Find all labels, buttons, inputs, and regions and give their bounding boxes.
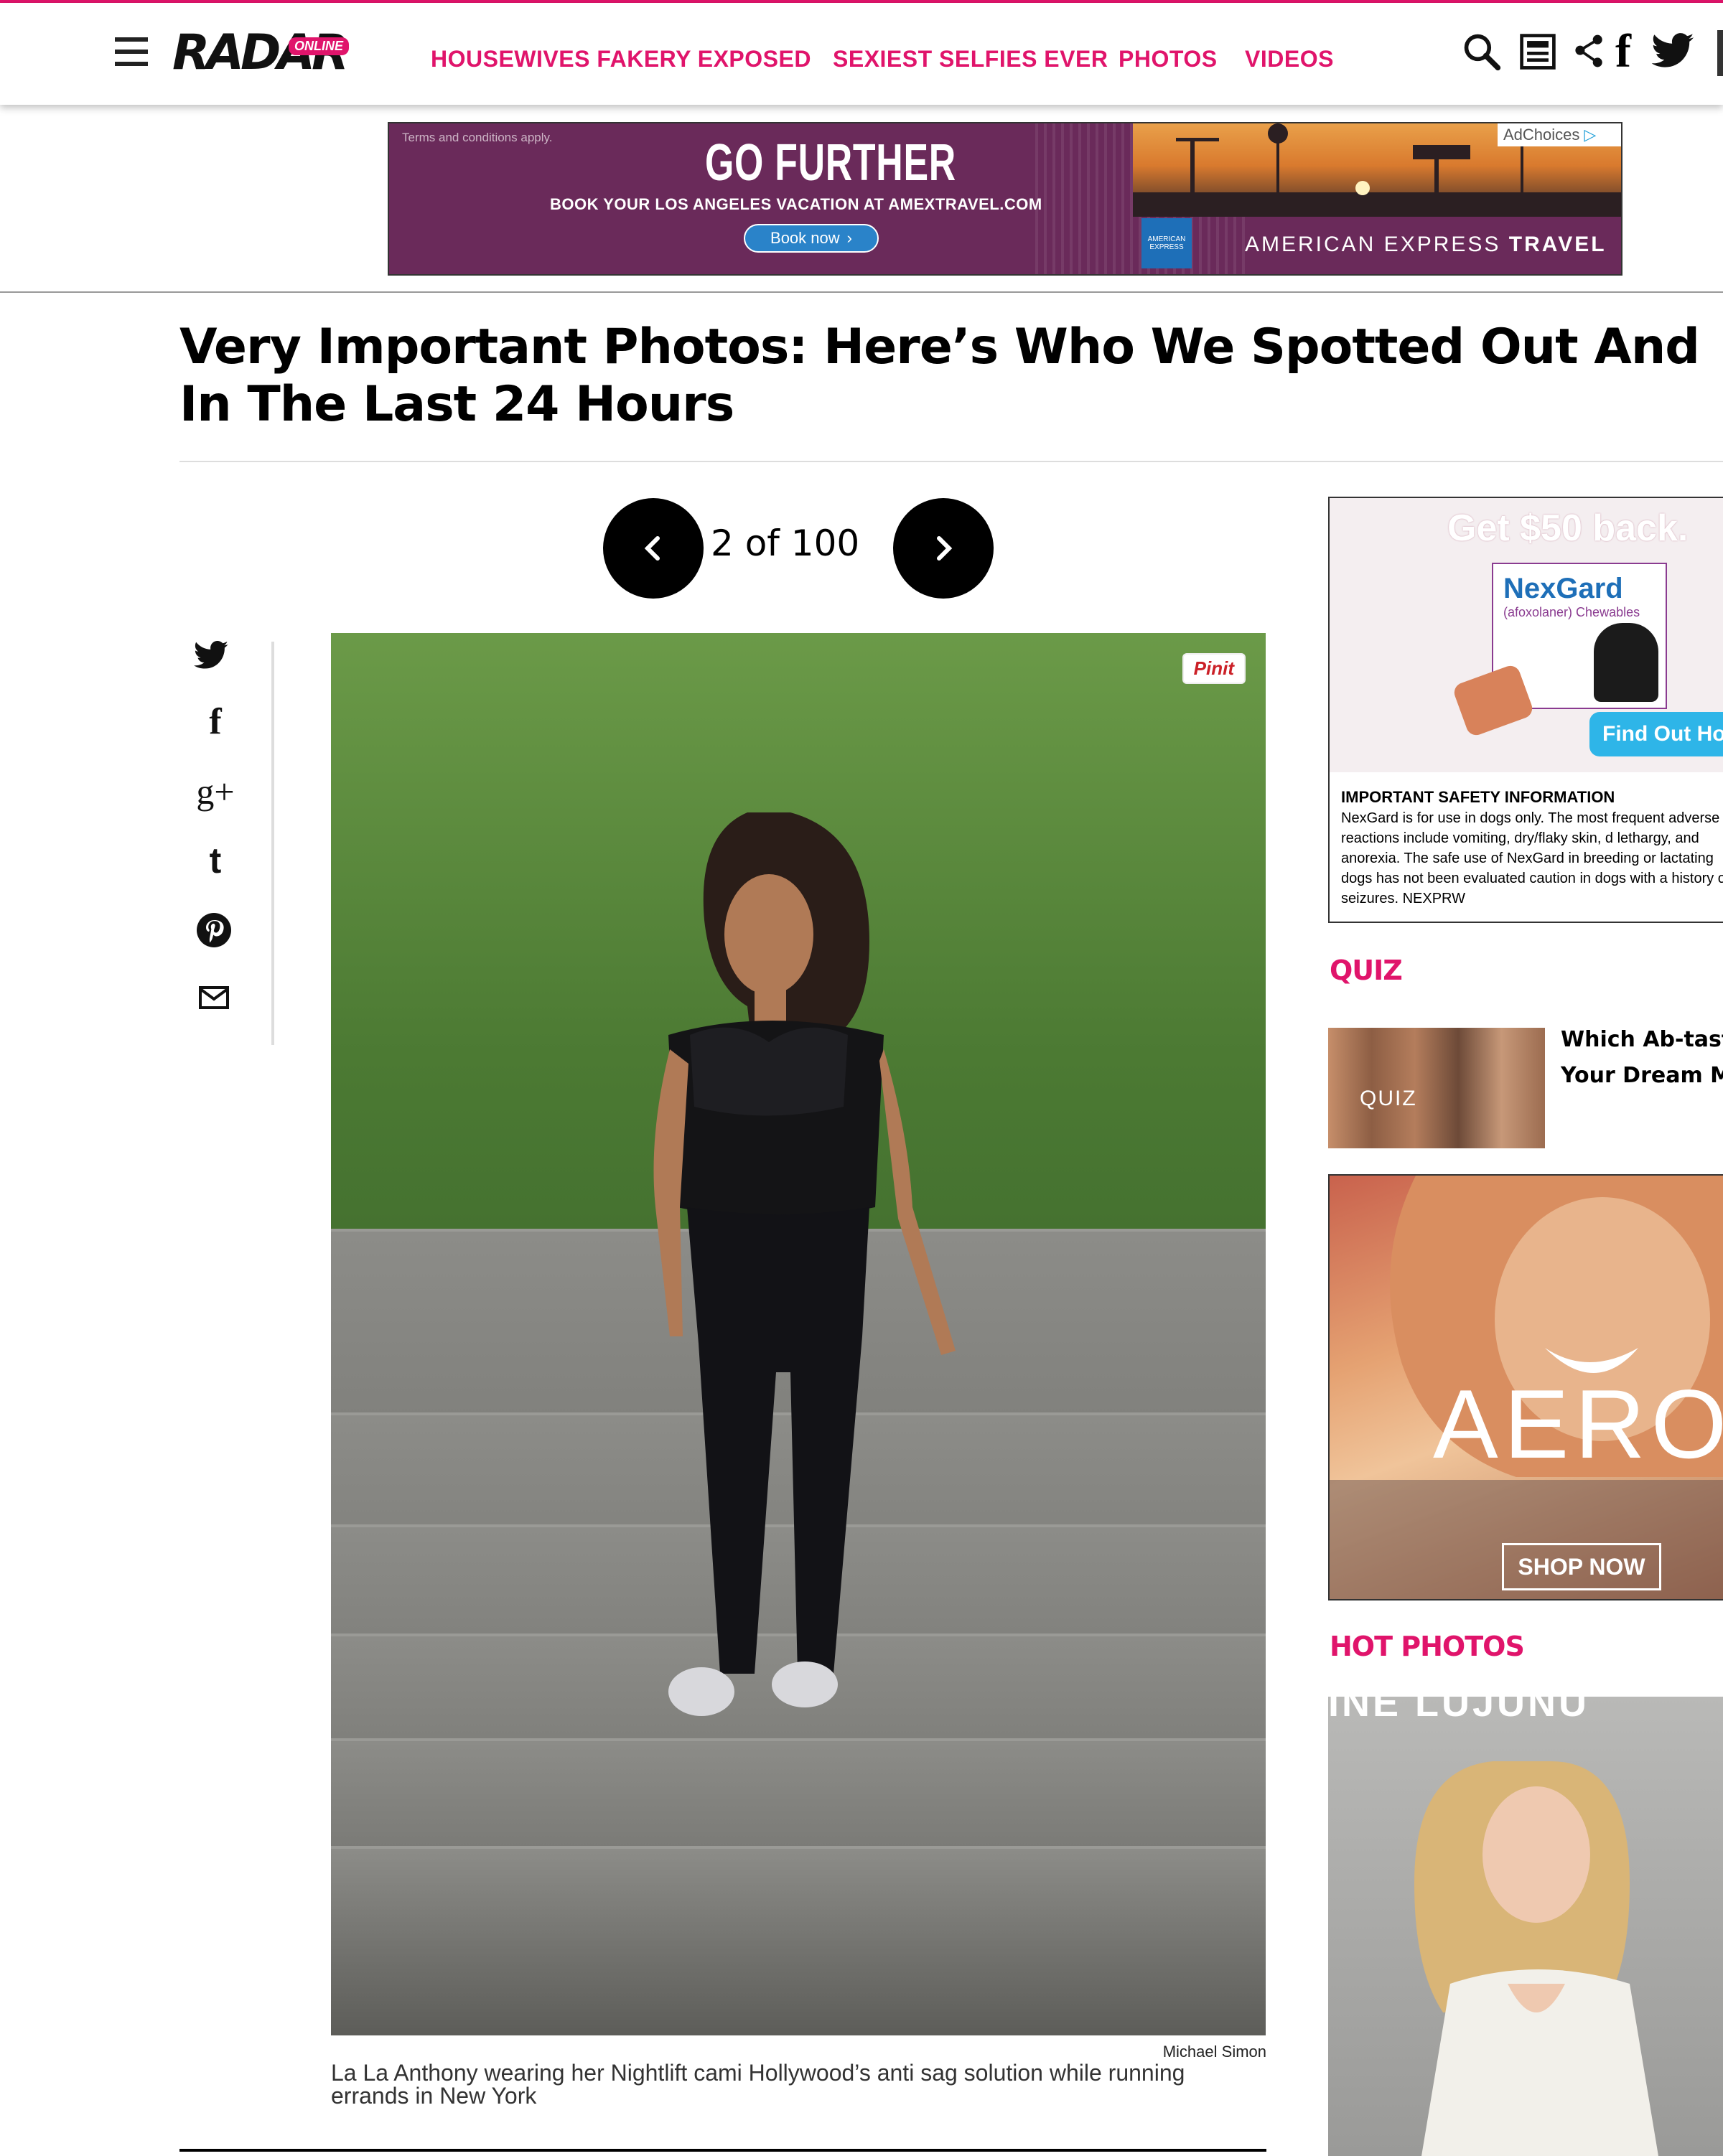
next-photo-button[interactable]	[893, 498, 994, 599]
nav-photos[interactable]: PHOTOS	[1119, 46, 1218, 72]
page-title-line1: Very Important Photos: Here’s Who We Spo…	[179, 319, 1716, 375]
facebook-icon[interactable]: f	[187, 700, 244, 743]
pin-it-button[interactable]: Pinit	[1182, 653, 1246, 684]
quiz-title-line2: Your Dream Ma	[1561, 1063, 1723, 1088]
ad-headline: GO FURTHER	[705, 134, 956, 192]
aero-brand: AERO	[1433, 1369, 1723, 1478]
page-title: Very Important Photos: Here’s Who We Spo…	[179, 319, 1716, 433]
header-divider	[0, 291, 1723, 293]
ad-subline: BOOK YOUR LOS ANGELES VACATION AT AMEXTR…	[550, 195, 1042, 213]
nexgard-ad-visual: Get $50 back. NexGard (afoxolaner) Chewa…	[1330, 498, 1723, 772]
share-icon[interactable]	[1572, 32, 1607, 72]
photo-figure	[653, 812, 956, 1716]
nexgard-headline: Get $50 back.	[1447, 507, 1689, 549]
twitter-icon[interactable]	[192, 640, 230, 672]
google-plus-icon[interactable]: g+	[187, 771, 244, 812]
nav-videos[interactable]: VIDEOS	[1245, 46, 1334, 72]
quiz-title-line1: Which Ab-tastic	[1561, 1027, 1723, 1052]
twitter-icon[interactable]	[1650, 32, 1696, 72]
newsletter-icon[interactable]	[1518, 32, 1558, 72]
top-banner-ad[interactable]: Terms and conditions apply. GO FURTHER B…	[388, 122, 1622, 276]
nexgard-product-sub: (afoxolaner) Chewables	[1503, 605, 1640, 619]
share-bar-divider	[271, 642, 274, 1045]
page-title-line2: In The Last 24 Hours	[179, 376, 734, 433]
facebook-icon[interactable]: f	[1615, 24, 1631, 79]
hot-photo-thumbnail[interactable]: INE LUJUNU	[1328, 1697, 1723, 2156]
quiz-thumbnail[interactable]: QUIZ	[1328, 1028, 1545, 1148]
safety-title: IMPORTANT SAFETY INFORMATION	[1341, 788, 1615, 806]
site-header: RADAR ONLINE HOUSEWIVES FAKERY EXPOSED S…	[0, 3, 1723, 105]
aero-ad[interactable]: AERO SHOP NOW	[1328, 1174, 1723, 1600]
safety-text: NexGard is for use in dogs only. The mos…	[1341, 810, 1723, 906]
photo-caption: La La Anthony wearing her Nightlift cami…	[331, 2060, 1185, 2109]
pinterest-icon[interactable]	[195, 911, 233, 949]
ad-book-now-label: Book now	[770, 229, 840, 247]
nav-housewives[interactable]: HOUSEWIVES FAKERY EXPOSED	[431, 46, 811, 72]
hot-photos-heading: HOT PHOTOS	[1330, 1631, 1525, 1662]
menu-icon[interactable]	[115, 37, 148, 66]
tumblr-icon[interactable]: t	[187, 840, 244, 881]
nexgard-ad[interactable]: Get $50 back. NexGard (afoxolaner) Chewa…	[1328, 497, 1723, 923]
title-divider	[179, 461, 1723, 462]
nav-sexiest-selfies[interactable]: SEXIEST SELFIES EVER	[833, 46, 1108, 72]
adchoices-badge[interactable]: AdChoices ▷	[1498, 123, 1621, 146]
quiz-thumb-label: QUIZ	[1360, 1087, 1417, 1110]
photo-credit: Michael Simon	[1162, 2043, 1266, 2061]
header-edge	[1717, 30, 1723, 76]
chevron-right-icon	[937, 536, 953, 561]
gallery-photo[interactable]: Pinit	[331, 633, 1266, 2035]
chevron-right-icon: ›	[846, 229, 852, 247]
quiz-title[interactable]: Which Ab-tastic Your Dream Ma	[1561, 1022, 1723, 1094]
adchoices-label: AdChoices	[1503, 126, 1580, 144]
logo-badge: ONLINE	[289, 37, 350, 55]
ad-brand-prefix: AMERICAN EXPRESS	[1245, 233, 1501, 256]
adchoices-icon: ▷	[1584, 126, 1597, 144]
dog-image	[1594, 623, 1658, 702]
ad-terms: Terms and conditions apply.	[402, 131, 553, 144]
nexgard-find-out-button[interactable]: Find Out Hov	[1589, 712, 1723, 756]
amex-logo: AMERICAN EXPRESS	[1141, 218, 1192, 268]
chevron-left-icon	[644, 536, 660, 561]
search-icon[interactable]	[1460, 32, 1503, 72]
hot-photo-figure	[1414, 1761, 1658, 2156]
article-bottom-rule	[179, 2149, 1266, 2152]
nexgard-product: NexGard	[1503, 573, 1623, 604]
quiz-heading: QUIZ	[1330, 955, 1403, 986]
ad-brand-text: AMERICAN EXPRESS TRAVEL	[1245, 233, 1607, 257]
email-icon[interactable]	[198, 985, 230, 1011]
photo-counter: 2 of 100	[711, 522, 860, 564]
previous-photo-button[interactable]	[603, 498, 704, 599]
aero-shop-now-button[interactable]: SHOP NOW	[1502, 1543, 1661, 1590]
ad-book-now-button[interactable]: Book now ›	[744, 224, 879, 253]
ad-brand-suffix: TRAVEL	[1508, 233, 1607, 256]
